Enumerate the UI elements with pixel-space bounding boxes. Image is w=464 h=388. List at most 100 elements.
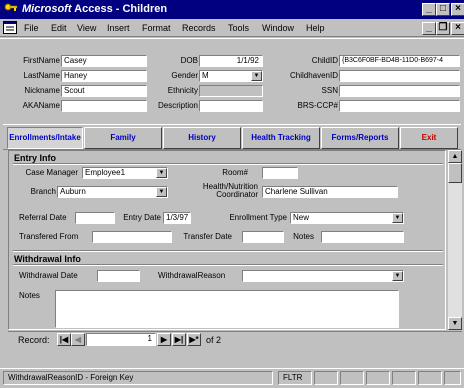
status-message: WithdrawalReasonID - Foreign Key — [3, 371, 273, 385]
menu-tools[interactable]: Tools — [228, 22, 249, 34]
status-panel-4 — [392, 371, 416, 385]
withdrawal-date-label: Withdrawal Date — [19, 271, 78, 280]
tab-family[interactable]: Family — [84, 127, 162, 149]
referral-date-field[interactable] — [75, 212, 115, 224]
horizontal-scroll-area[interactable] — [226, 333, 462, 346]
entry-notes-label: Notes — [293, 232, 314, 241]
next-record-icon[interactable]: ▶ — [157, 333, 171, 346]
child-id-label: ChildID — [311, 56, 338, 65]
title-bar[interactable]: Microsoft Access - Children _ □ × — [0, 0, 464, 19]
health-nutrition-coordinator-field[interactable]: Charlene Sullivan — [262, 186, 398, 198]
status-panel-3 — [366, 371, 390, 385]
dob-field[interactable]: 1/1/92 — [199, 55, 263, 67]
record-count: of 2 — [206, 335, 222, 345]
withdrawal-notes-field[interactable] — [55, 290, 399, 328]
ssn-field[interactable] — [339, 85, 460, 97]
menu-file[interactable]: File — [24, 22, 39, 34]
entry-info-title: Entry Info — [14, 153, 56, 163]
first-record-icon[interactable]: |◀ — [57, 333, 71, 346]
record-number-field[interactable]: 1 — [86, 333, 156, 346]
withdrawal-date-field[interactable] — [97, 270, 140, 282]
withdrawal-info-title: Withdrawal Info — [14, 254, 81, 264]
status-panel-1 — [314, 371, 338, 385]
description-field[interactable] — [199, 100, 263, 112]
maximize-button[interactable]: □ — [436, 3, 450, 16]
enrollment-type-value: New — [293, 213, 310, 222]
scroll-thumb[interactable] — [448, 163, 462, 183]
menu-help[interactable]: Help — [306, 22, 325, 34]
status-panel-5 — [418, 371, 442, 385]
menu-window[interactable]: Window — [262, 22, 294, 34]
menu-view[interactable]: View — [77, 22, 96, 34]
branch-select[interactable]: Auburn ▼ — [57, 186, 168, 198]
transfer-date-label: Transfer Date — [183, 232, 232, 241]
menu-insert[interactable]: Insert — [107, 22, 130, 34]
doc-restore-button[interactable]: ❐ — [436, 22, 450, 35]
withdrawal-reason-label: WithdrawalReason — [158, 271, 226, 280]
room-label: Room# — [222, 168, 248, 177]
case-manager-dropdown-arrow-icon[interactable]: ▼ — [156, 168, 167, 178]
branch-value: Auburn — [60, 187, 86, 196]
entry-notes-field[interactable] — [321, 231, 404, 243]
menu-format[interactable]: Format — [142, 22, 171, 34]
case-manager-value: Employee1 — [85, 168, 126, 177]
room-field[interactable] — [262, 167, 298, 179]
entry-date-field[interactable]: 1/3/97 — [163, 212, 191, 224]
tab-enrollments-intake[interactable]: Enrollments/Intake — [7, 127, 83, 149]
dob-label: DOB — [180, 56, 198, 65]
first-name-field[interactable]: Casey — [61, 55, 147, 67]
tab-forms-reports[interactable]: Forms/Reports — [321, 127, 399, 149]
branch-label: Branch — [30, 187, 56, 196]
scroll-up-arrow-icon[interactable]: ▲ — [448, 150, 462, 163]
health-nutrition-label: Health/Nutrition Coordinator — [202, 182, 258, 199]
tab-exit[interactable]: Exit — [400, 127, 458, 149]
gender-value: M — [202, 71, 209, 80]
last-name-label: LastName — [23, 71, 60, 80]
status-panel-6 — [444, 371, 461, 385]
childhaven-id-field[interactable] — [339, 70, 460, 82]
case-manager-label: Case Manager — [25, 168, 78, 177]
minimize-button[interactable]: _ — [422, 3, 436, 16]
scroll-down-arrow-icon[interactable]: ▼ — [448, 317, 462, 330]
access-key-icon — [4, 2, 18, 16]
gender-dropdown-arrow-icon[interactable]: ▼ — [251, 71, 262, 81]
gender-select[interactable]: M ▼ — [199, 70, 263, 82]
tab-family-label: Family — [110, 133, 136, 142]
brs-ccp-field[interactable] — [339, 100, 460, 112]
aka-name-label: AKAName — [22, 101, 60, 110]
tab-forms-reports-label: Forms/Reports — [331, 133, 389, 142]
doc-close-button[interactable]: × — [451, 22, 464, 35]
doc-minimize-button[interactable]: _ — [422, 22, 436, 35]
previous-record-icon[interactable]: ◀ — [71, 333, 85, 346]
tab-history[interactable]: History — [163, 127, 241, 149]
enrollment-type-select[interactable]: New ▼ — [290, 212, 404, 224]
menu-bar: File Edit View Insert Format Records Too… — [0, 19, 464, 37]
gender-label: Gender — [171, 71, 198, 80]
tab-health-tracking[interactable]: Health Tracking — [242, 127, 320, 149]
case-manager-select[interactable]: Employee1 ▼ — [82, 167, 168, 179]
last-name-field[interactable]: Haney — [61, 70, 147, 82]
withdrawal-reason-select[interactable]: ▼ — [242, 270, 404, 282]
last-record-icon[interactable]: ▶| — [172, 333, 186, 346]
branch-dropdown-arrow-icon[interactable]: ▼ — [156, 187, 167, 197]
withdrawal-notes-label: Notes — [19, 291, 40, 300]
transfered-from-field[interactable] — [92, 231, 172, 243]
filter-indicator: FLTR — [278, 371, 312, 385]
record-label: Record: — [18, 335, 50, 345]
aka-name-field[interactable] — [61, 100, 147, 112]
transfer-date-field[interactable] — [242, 231, 284, 243]
tab-exit-label: Exit — [421, 133, 437, 142]
ssn-label: SSN — [321, 86, 338, 95]
new-record-icon[interactable]: ▶* — [187, 333, 201, 346]
enrollment-type-dropdown-arrow-icon[interactable]: ▼ — [392, 213, 403, 223]
child-id-field[interactable]: {B3C6F0BF-BD4B-11D0-B697-4 — [339, 55, 460, 67]
menu-records[interactable]: Records — [182, 22, 216, 34]
menu-edit[interactable]: Edit — [51, 22, 67, 34]
description-label: Description — [157, 101, 198, 110]
entry-date-label: Entry Date — [123, 213, 161, 222]
close-button[interactable]: × — [451, 3, 464, 16]
ethnicity-field[interactable] — [199, 85, 263, 97]
withdrawal-reason-dropdown-arrow-icon[interactable]: ▼ — [392, 271, 403, 281]
nickname-field[interactable]: Scout — [61, 85, 147, 97]
form-icon[interactable] — [3, 21, 17, 34]
